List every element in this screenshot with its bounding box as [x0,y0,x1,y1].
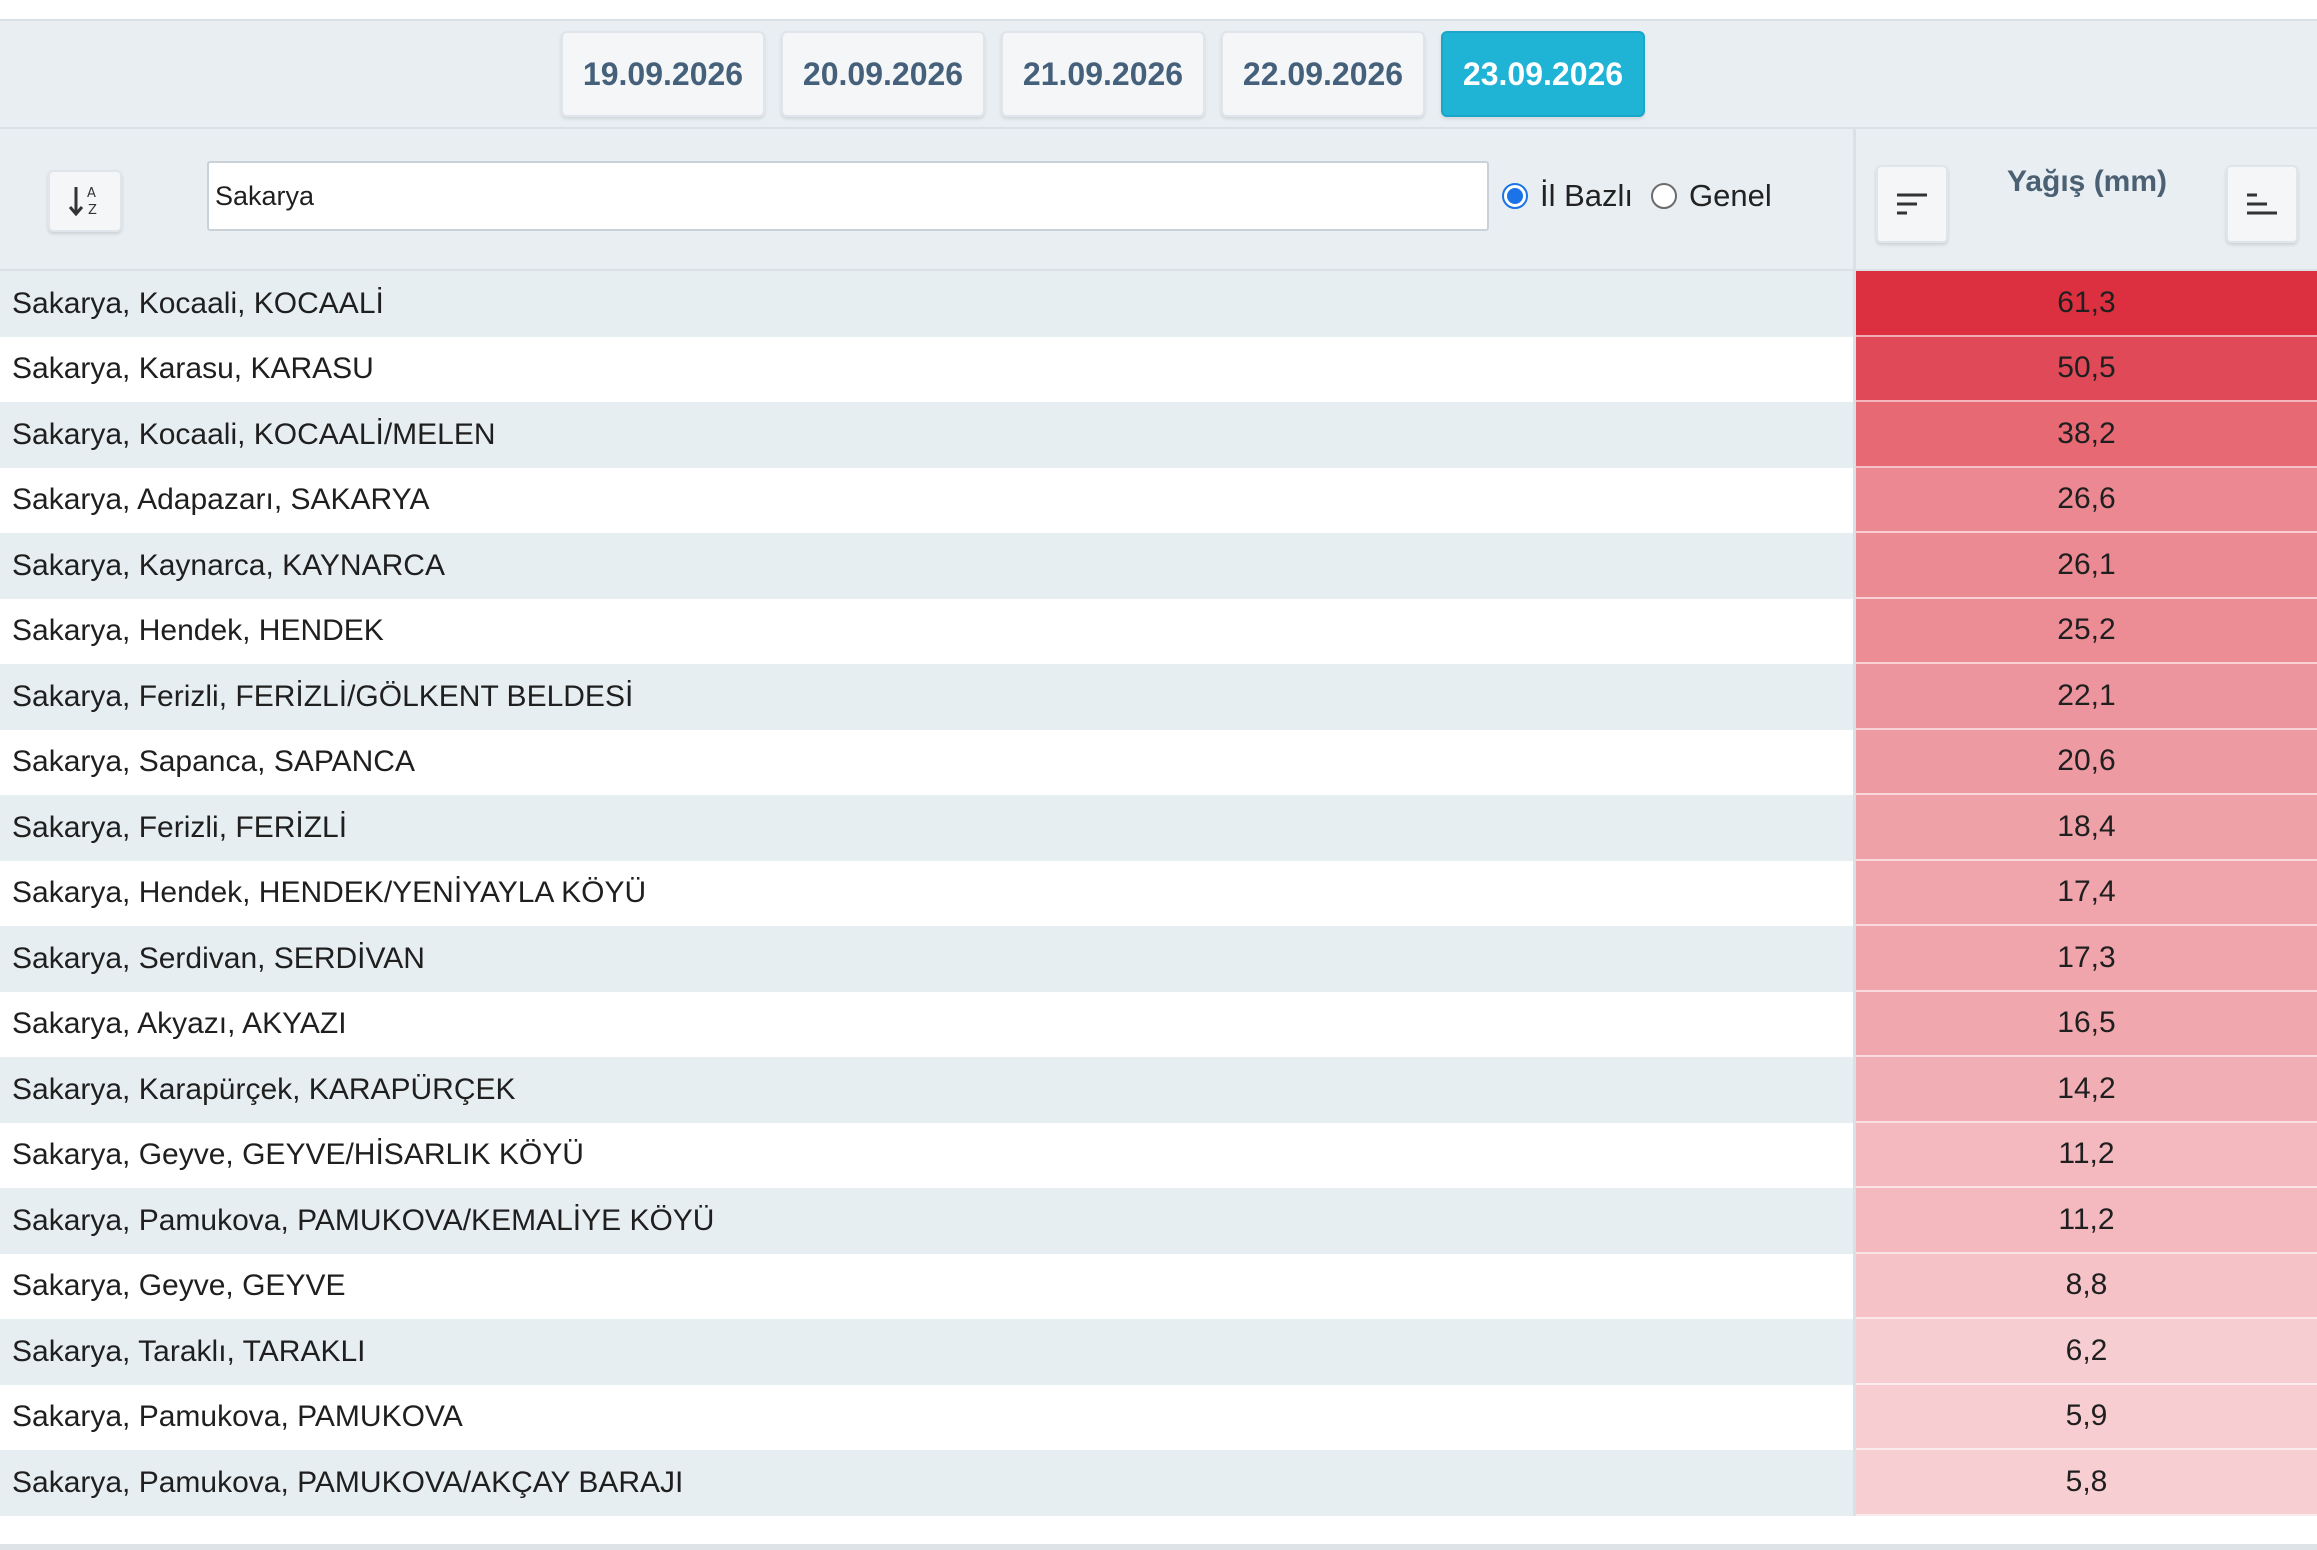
rainfall-value: 61,3 [1856,271,2317,337]
location-name: Sakarya, Akyazı, AKYAZI [0,991,1853,1057]
radio-genel-circle[interactable] [1651,183,1678,209]
location-name: Sakarya, Hendek, HENDEK [0,598,1853,664]
location-name: Sakarya, Adapazarı, SAKARYA [0,467,1853,533]
date-tabs-bar: 19.09.2026 20.09.2026 21.09.2026 22.09.2… [0,19,2317,129]
location-name: Sakarya, Karasu, KARASU [0,336,1853,402]
rainfall-table-body: Sakarya, Kocaali, KOCAALİ 61,3 Sakarya, K… [0,271,2317,1516]
bottom-scroll-strip [0,1544,2317,1550]
table-row[interactable]: Sakarya, Ferizli, FERİZLİ/GÖLKENT BELDES… [0,664,2317,730]
location-name: Sakarya, Pamukova, PAMUKOVA/KEMALİYE KÖY… [0,1188,1853,1254]
filter-toolbar: A Z İl Bazlı Genel Yağış (mm) [0,129,2317,271]
table-row[interactable]: Sakarya, Adapazarı, SAKARYA 26,6 [0,467,2317,533]
location-name: Sakarya, Geyve, GEYVE/HİSARLIK KÖYÜ [0,1122,1853,1188]
date-tab-1[interactable]: 19.09.2026 [561,31,765,117]
svg-text:Z: Z [88,203,97,218]
rainfall-value: 5,9 [1856,1384,2317,1450]
rainfall-column-header: Yağış (mm) [2006,165,2168,198]
rainfall-value: 18,4 [1856,795,2317,861]
table-row[interactable]: Sakarya, Hendek, HENDEK 25,2 [0,598,2317,664]
location-name: Sakarya, Karapürçek, KARAPÜRÇEK [0,1057,1853,1123]
rainfall-value: 25,2 [1856,598,2317,664]
table-row[interactable]: Sakarya, Geyve, GEYVE/HİSARLIK KÖYÜ 11,2 [0,1122,2317,1188]
sort-alphabetical-button[interactable]: A Z [48,170,122,232]
table-row[interactable]: Sakarya, Akyazı, AKYAZI 16,5 [0,991,2317,1057]
table-row[interactable]: Sakarya, Serdivan, SERDİVAN 17,3 [0,926,2317,992]
table-row[interactable]: Sakarya, Hendek, HENDEK/YENİYAYLA KÖYÜ 17… [0,860,2317,926]
table-row[interactable]: Sakarya, Ferizli, FERİZLİ 18,4 [0,795,2317,861]
table-row[interactable]: Sakarya, Sapanca, SAPANCA 20,6 [0,729,2317,795]
radio-genel-label: Genel [1689,178,1772,213]
location-search-input[interactable] [207,161,1489,231]
radio-il-bazli-circle[interactable] [1502,183,1528,209]
rainfall-value: 11,2 [1856,1188,2317,1254]
top-strip [0,0,2317,19]
svg-text:A: A [87,186,96,201]
location-name: Sakarya, Kaynarca, KAYNARCA [0,533,1853,599]
rainfall-value: 26,1 [1856,533,2317,599]
date-tab-4[interactable]: 22.09.2026 [1221,31,1425,117]
location-name: Sakarya, Sapanca, SAPANCA [0,729,1853,795]
rainfall-value: 11,2 [1856,1122,2317,1188]
location-name: Sakarya, Kocaali, KOCAALİ/MELEN [0,402,1853,468]
date-tab-2[interactable]: 20.09.2026 [781,31,985,117]
table-row[interactable]: Sakarya, Kocaali, KOCAALİ/MELEN 38,2 [0,402,2317,468]
location-name: Sakarya, Hendek, HENDEK/YENİYAYLA KÖYÜ [0,860,1853,926]
radio-il-bazli-label: İl Bazlı [1540,178,1634,213]
rainfall-value: 5,8 [1856,1450,2317,1516]
table-row[interactable]: Sakarya, Karasu, KARASU 50,5 [0,336,2317,402]
location-name: Sakarya, Ferizli, FERİZLİ [0,795,1853,861]
table-row[interactable]: Sakarya, Pamukova, PAMUKOVA/AKÇAY BARAJI… [0,1450,2317,1516]
table-row[interactable]: Sakarya, Kaynarca, KAYNARCA 26,1 [0,533,2317,599]
radio-genel[interactable]: Genel [1651,178,1772,214]
location-name: Sakarya, Serdivan, SERDİVAN [0,926,1853,992]
scope-radio-group: İl Bazlı Genel [1502,171,1790,221]
sort-ascending-icon [2247,193,2277,215]
rainfall-value: 8,8 [1856,1253,2317,1319]
rainfall-value: 38,2 [1856,402,2317,468]
rainfall-value: 16,5 [1856,991,2317,1057]
location-name: Sakarya, Pamukova, PAMUKOVA [0,1384,1853,1450]
location-name: Sakarya, Kocaali, KOCAALİ [0,271,1853,337]
location-name: Sakarya, Pamukova, PAMUKOVA/AKÇAY BARAJI [0,1450,1853,1516]
table-row[interactable]: Sakarya, Kocaali, KOCAALİ 61,3 [0,271,2317,337]
table-row[interactable]: Sakarya, Pamukova, PAMUKOVA 5,9 [0,1384,2317,1450]
table-row[interactable]: Sakarya, Geyve, GEYVE 8,8 [0,1253,2317,1319]
rainfall-value: 20,6 [1856,729,2317,795]
location-name: Sakarya, Geyve, GEYVE [0,1253,1853,1319]
rainfall-value: 14,2 [1856,1057,2317,1123]
rainfall-value: 6,2 [1856,1319,2317,1385]
location-name: Sakarya, Ferizli, FERİZLİ/GÖLKENT BELDES… [0,664,1853,730]
sort-ascending-button[interactable] [2226,165,2298,243]
sort-descending-button[interactable] [1876,165,1948,243]
rainfall-value: 17,3 [1856,926,2317,992]
table-row[interactable]: Sakarya, Taraklı, TARAKLI 6,2 [0,1319,2317,1385]
location-name: Sakarya, Taraklı, TARAKLI [0,1319,1853,1385]
radio-il-bazli[interactable]: İl Bazlı [1502,178,1633,214]
rainfall-value: 22,1 [1856,664,2317,730]
sort-alpha-icon: A Z [68,186,97,218]
table-row[interactable]: Sakarya, Karapürçek, KARAPÜRÇEK 14,2 [0,1057,2317,1123]
date-tab-5-active[interactable]: 23.09.2026 [1441,31,1645,117]
table-row[interactable]: Sakarya, Pamukova, PAMUKOVA/KEMALİYE KÖY… [0,1188,2317,1254]
rainfall-value: 26,6 [1856,467,2317,533]
rainfall-value: 17,4 [1856,860,2317,926]
date-tab-3[interactable]: 21.09.2026 [1001,31,1205,117]
rainfall-value: 50,5 [1856,336,2317,402]
sort-descending-icon [1897,193,1927,215]
